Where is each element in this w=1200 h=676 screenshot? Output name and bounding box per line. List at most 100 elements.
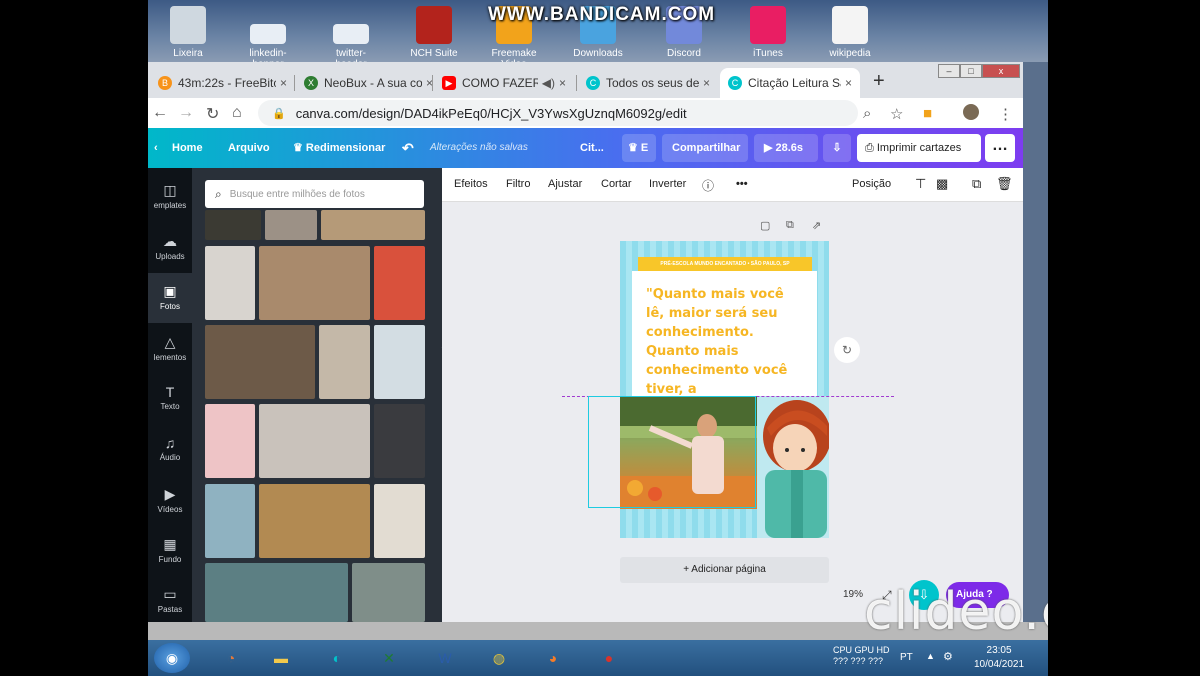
adjust-button[interactable]: Ajustar [548, 178, 582, 190]
forward-icon[interactable]: → [178, 104, 194, 122]
refresh-icon[interactable]: ↻ [834, 337, 860, 363]
desktop-icon-nch[interactable]: NCH Suite [404, 6, 464, 59]
info-icon[interactable]: ⓘ [702, 177, 714, 194]
rail-uploads[interactable]: ☁ Uploads [148, 223, 192, 273]
rail-background[interactable]: ▦ Fundo [148, 526, 192, 576]
avatar[interactable] [963, 104, 979, 120]
minimize-button[interactable]: – [938, 64, 960, 78]
home-button[interactable]: Home [172, 128, 203, 168]
tab-neobux[interactable]: X NeoBux - A sua com × [296, 68, 441, 98]
tray-icon[interactable]: ⚙ [943, 650, 953, 663]
girl-illustration[interactable] [757, 396, 829, 538]
photo-thumbnail[interactable] [205, 563, 348, 622]
tab-freebitcoin[interactable]: B 43m:22s - FreeBitco × [150, 68, 295, 98]
word-icon[interactable]: W [426, 643, 464, 673]
photo-thumbnail[interactable] [205, 484, 255, 558]
photo-thumbnail[interactable] [205, 404, 255, 478]
excel-icon[interactable]: ✕ [370, 643, 408, 673]
desktop-icon-twitter[interactable]: twitter-header [321, 6, 381, 70]
photo-thumbnail[interactable] [259, 404, 370, 478]
add-page-icon[interactable]: ⇗ [812, 219, 821, 232]
undo-icon[interactable]: ↶ [402, 128, 414, 168]
photo-thumbnail[interactable] [205, 210, 261, 240]
close-icon[interactable]: × [703, 76, 710, 90]
close-icon[interactable]: × [559, 76, 566, 90]
folder-icon[interactable]: ▬ [262, 643, 300, 673]
photo-thumbnail[interactable] [374, 404, 425, 478]
rail-text[interactable]: T Texto [148, 374, 192, 424]
copy-page-icon[interactable]: ⧉ [786, 219, 794, 232]
new-tab-button[interactable]: + [873, 70, 885, 93]
photo-search-input[interactable]: ⌕ Busque entre milhões de fotos [205, 180, 424, 208]
clock[interactable]: 23:05 10/04/2021 [974, 644, 1024, 672]
rail-elements[interactable]: △ lementos [148, 324, 192, 374]
desktop-icon-recycle-bin[interactable]: Lixeira [158, 6, 218, 59]
firefox-icon[interactable]: ◕ [534, 643, 572, 673]
filter-button[interactable]: Filtro [506, 178, 530, 190]
desktop-icon-linkedin[interactable]: linkedin-banner [238, 6, 298, 70]
photo-thumbnail[interactable] [374, 325, 425, 399]
star-icon[interactable]: ☆ [890, 105, 903, 123]
tab-canva-active[interactable]: C Citação Leitura Sa × [720, 68, 860, 98]
desktop-icon-wiki[interactable]: wikipedia [820, 6, 880, 59]
zoom-icon[interactable]: ⌕ [863, 105, 871, 122]
tray-arrow-icon[interactable]: ▲ [926, 651, 935, 661]
design-title[interactable]: Cit... [580, 128, 604, 168]
rail-videos[interactable]: ▶ Vídeos [148, 476, 192, 526]
tab-youtube[interactable]: ▶ COMO FAZER ◀) × [434, 68, 574, 98]
print-button[interactable]: ⎙ Imprimir cartazes [857, 134, 981, 162]
photo-thumbnail[interactable] [205, 246, 255, 320]
share-button[interactable]: Compartilhar [662, 134, 748, 162]
paint-roller-icon[interactable]: ⊤ [915, 176, 926, 192]
selection-box[interactable] [588, 396, 756, 508]
menu-icon[interactable]: ⋮ [998, 105, 1013, 123]
chrome-icon[interactable]: ◍ [480, 643, 518, 673]
photo-thumbnail[interactable] [265, 210, 317, 240]
add-page-button[interactable]: + Adicionar página [620, 557, 829, 583]
chevron-left-icon[interactable]: ‹ [154, 128, 158, 168]
position-button[interactable]: Posição [852, 178, 891, 190]
photo-thumbnail[interactable] [374, 484, 425, 558]
start-button[interactable]: ◉ [154, 643, 190, 673]
maximize-button[interactable]: □ [960, 64, 982, 78]
url-field[interactable]: 🔒 canva.com/design/DAD4ikPeEq0/HCjX_V3Yw… [258, 100, 858, 126]
photo-thumbnail[interactable] [205, 325, 315, 399]
close-icon[interactable]: × [280, 76, 287, 90]
home-icon[interactable]: ⌂ [232, 104, 242, 122]
reload-icon[interactable]: ↻ [206, 104, 219, 124]
photo-thumbnail[interactable] [374, 246, 425, 320]
crown-button[interactable]: ♛ E [622, 134, 656, 162]
effects-button[interactable]: Efeitos [454, 178, 488, 190]
recorder-icon[interactable]: ● [590, 643, 628, 673]
tab-canva-designs[interactable]: C Todos os seus des × [578, 68, 718, 98]
transparency-icon[interactable]: ▩ [936, 176, 948, 192]
rail-templates[interactable]: ◫ emplates [148, 172, 192, 222]
audio-icon[interactable]: ◀) [542, 76, 555, 90]
zoom-level[interactable]: 19% [843, 589, 863, 600]
desktop-icon-itunes[interactable]: iTunes [738, 6, 798, 59]
more-options-button[interactable]: … [985, 134, 1015, 162]
resize-button[interactable]: ♛ Redimensionar [293, 128, 385, 168]
close-window-button[interactable]: x [982, 64, 1020, 78]
photo-thumbnail[interactable] [319, 325, 370, 399]
photo-thumbnail[interactable] [259, 246, 370, 320]
trash-icon[interactable]: 🗑 [996, 176, 1013, 192]
rail-audio[interactable]: ♫ Áudio [148, 425, 192, 475]
rail-photos[interactable]: ▣ Fotos [148, 273, 192, 323]
close-icon[interactable]: × [845, 76, 852, 90]
rail-folders[interactable]: ▭ Pastas [148, 576, 192, 626]
app-icon[interactable]: ◔ [212, 643, 250, 673]
present-button[interactable]: ▶ 28.6s [754, 134, 818, 162]
extension-icon[interactable]: ■ [923, 105, 932, 122]
photo-thumbnail[interactable] [259, 484, 370, 558]
quote-text[interactable]: "Quanto mais você lê, maior será seu con… [646, 285, 806, 399]
back-icon[interactable]: ← [152, 104, 168, 122]
flip-button[interactable]: Inverter [649, 178, 686, 190]
more-icon[interactable]: ••• [736, 178, 748, 190]
canva-icon[interactable]: ◐ [318, 643, 356, 673]
crop-button[interactable]: Cortar [601, 178, 632, 190]
file-menu-button[interactable]: Arquivo [228, 128, 270, 168]
photo-thumbnail[interactable] [352, 563, 425, 622]
download-icon[interactable]: ⇩ [823, 134, 851, 162]
photo-thumbnail[interactable] [321, 210, 425, 240]
